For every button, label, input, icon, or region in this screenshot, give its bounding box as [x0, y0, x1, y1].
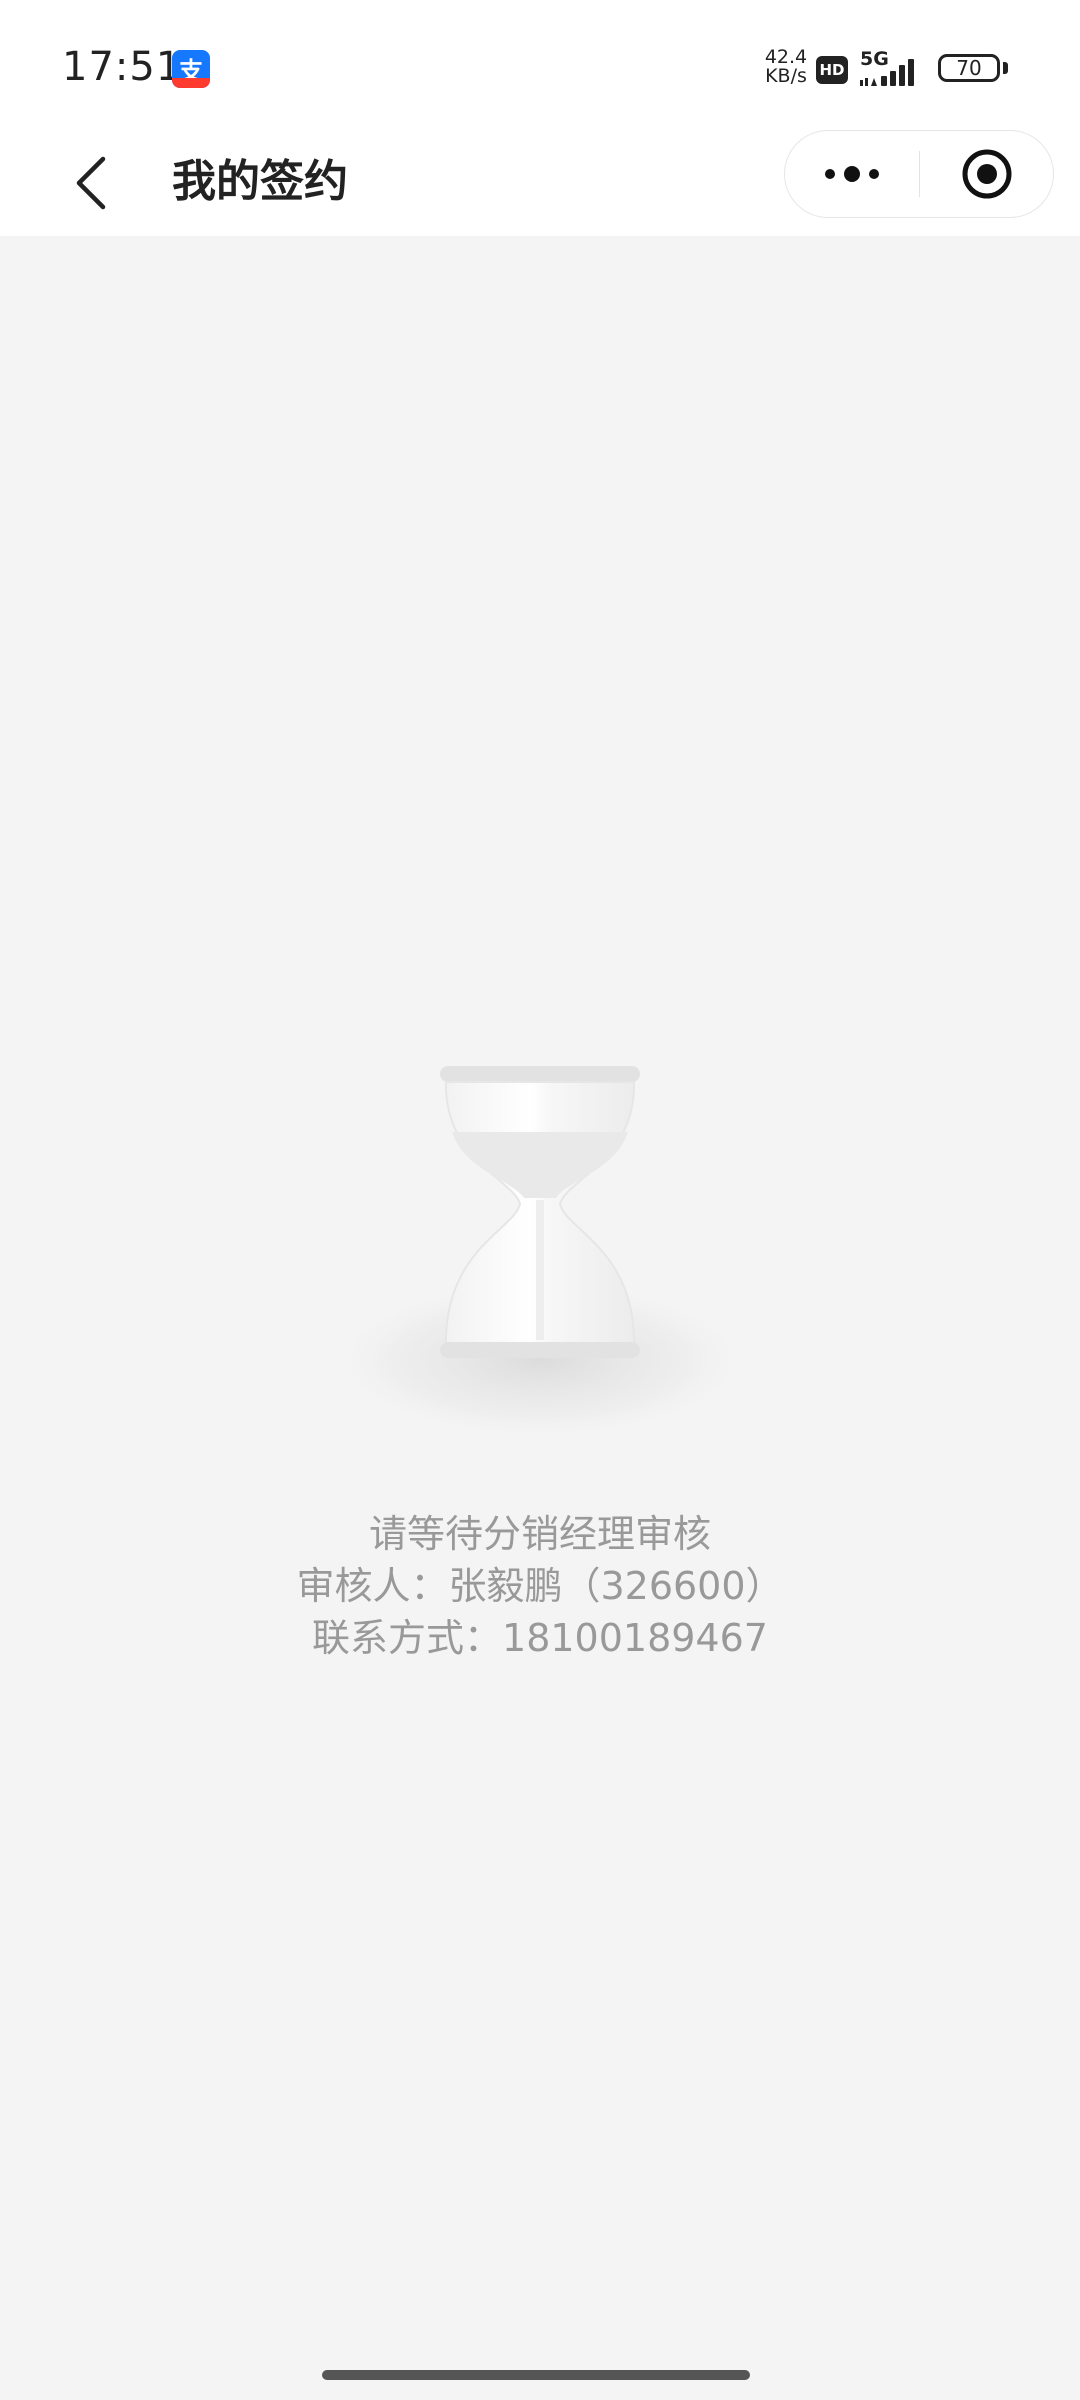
alipay-app-icon: 支 [172, 50, 210, 88]
more-dots-icon [825, 166, 879, 182]
contact-text: 联系方式：18100189467 [312, 1616, 768, 1660]
home-indicator[interactable] [322, 2370, 750, 2380]
wait-review-text: 请等待分销经理审核 [368, 1512, 711, 1556]
back-button[interactable] [56, 148, 126, 218]
battery-icon: 70 [938, 54, 1000, 82]
page-title: 我的签约 [172, 156, 348, 207]
status-bar: 17:51 支 42.4 KB/s HD 5G 70 [0, 0, 1080, 130]
status-time: 17:51 [62, 44, 183, 90]
close-button[interactable] [920, 131, 1054, 217]
network-speed-unit: KB/s [765, 65, 807, 87]
reviewer-text: 审核人：张毅鹏（326600） [296, 1564, 784, 1608]
signal-icon [860, 59, 914, 86]
navigation-header: 我的签约 [0, 130, 1080, 236]
target-circle-icon [962, 149, 1012, 199]
battery-tip [1003, 62, 1008, 74]
chevron-left-icon [76, 156, 106, 210]
network-speed: 42.4 KB/s [758, 48, 814, 86]
mini-program-capsule [784, 130, 1054, 218]
hd-badge: HD [816, 56, 848, 84]
more-button[interactable] [785, 131, 919, 217]
hourglass-icon [330, 1066, 750, 1440]
review-message: 请等待分销经理审核 审核人：张毅鹏（326600） 联系方式：181001894… [0, 1508, 1080, 1664]
